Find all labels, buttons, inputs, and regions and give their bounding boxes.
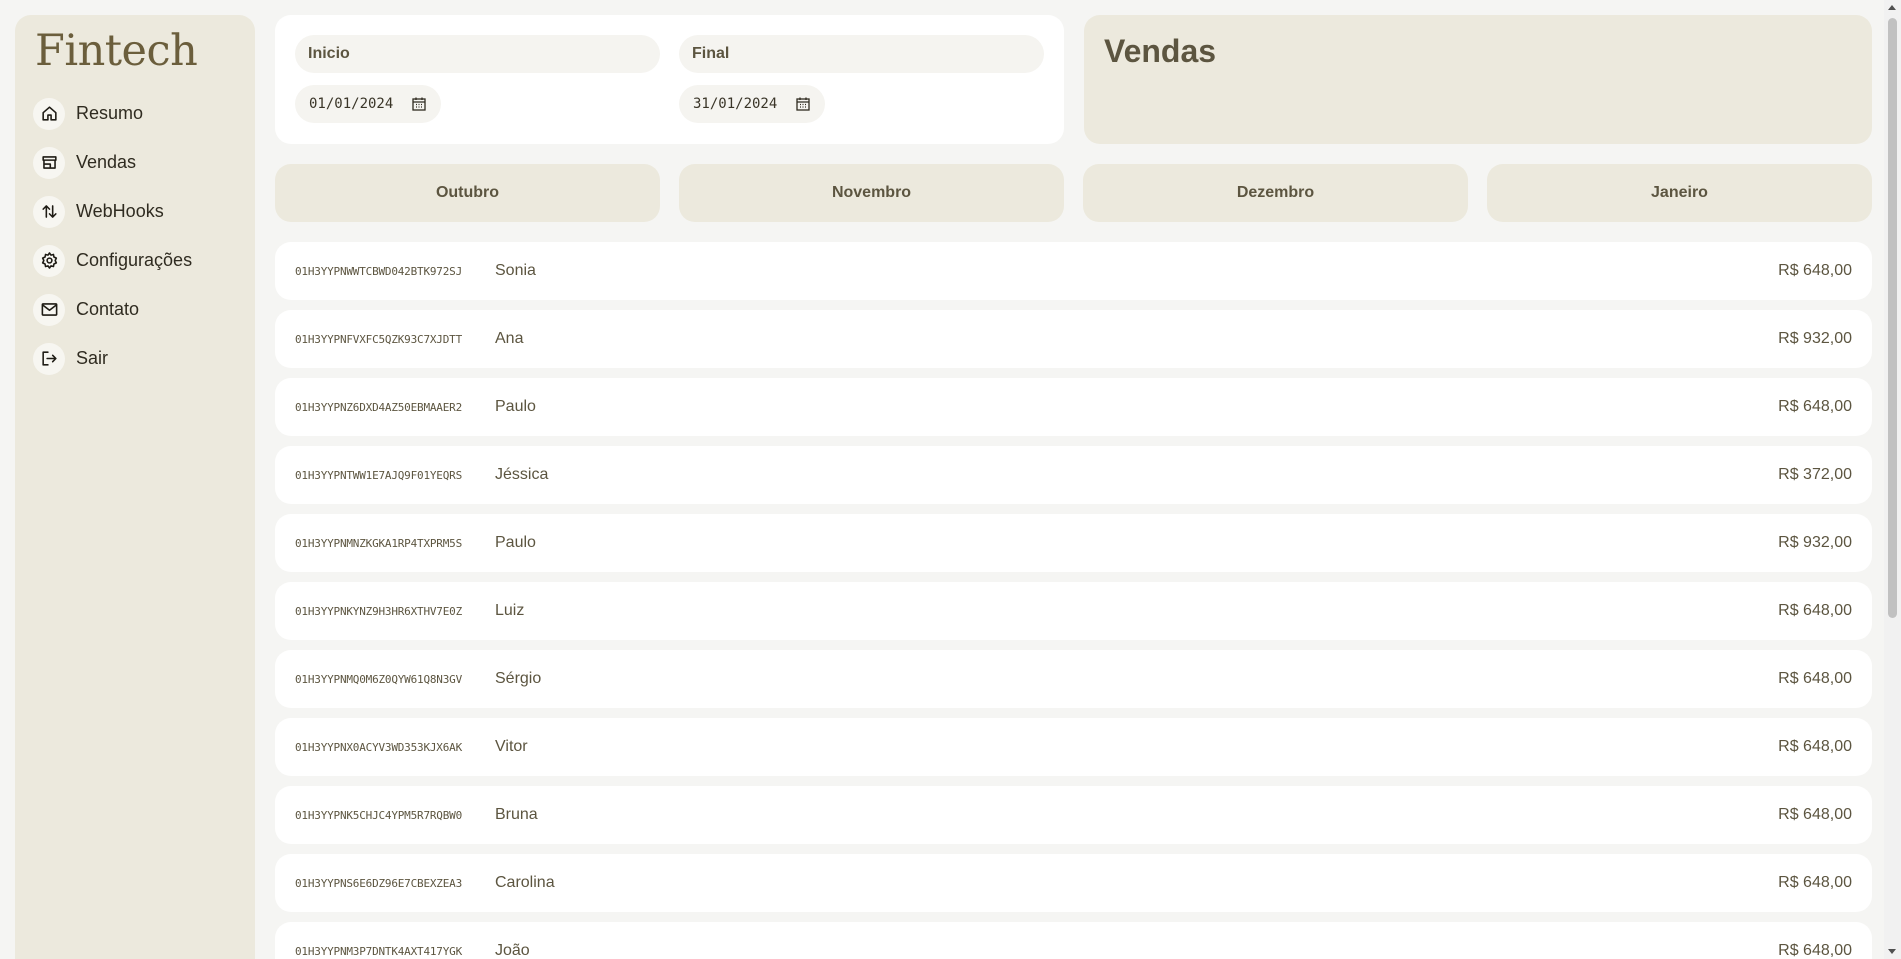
sale-id: 01H3YYPNM3P7DNTK4AXT417YGK — [295, 944, 462, 958]
sale-row[interactable]: 01H3YYPNK5CHJC4YPM5R7RQBW0 Bruna R$ 648,00 — [275, 786, 1872, 844]
sidebar-item-sair[interactable]: Sair — [33, 334, 237, 383]
scroll-up-icon[interactable] — [1888, 5, 1896, 10]
end-date-group: Final 31/01/2024 — [679, 35, 1044, 123]
sale-id: 01H3YYPNTWW1E7AJQ9F01YEQRS — [295, 468, 462, 482]
end-date-value: 31/01/2024 — [693, 96, 778, 112]
scroll-down-icon[interactable] — [1888, 949, 1896, 954]
start-date-input[interactable]: 01/01/2024 — [295, 85, 442, 123]
sale-row[interactable]: 01H3YYPNX0ACYV3WD353KJX6AK Vitor R$ 648,00 — [275, 718, 1872, 776]
sale-id: 01H3YYPNMQ0M6Z0QYW61Q8N3GV — [295, 672, 462, 686]
page-title: Vendas — [1104, 33, 1217, 69]
date-filter-card: Inicio 01/01/2024 Final 31/01/2024 — [275, 15, 1064, 144]
sale-id: 01H3YYPNK5CHJC4YPM5R7RQBW0 — [295, 808, 462, 822]
sidebar-item-resumo[interactable]: Resumo — [33, 89, 237, 138]
sale-price: R$ 648,00 — [1778, 602, 1852, 619]
gear-icon — [33, 244, 65, 277]
sale-row[interactable]: 01H3YYPNWWTCBWD042BTK972SJ Sonia R$ 648,00 — [275, 242, 1872, 300]
sidebar-item-configuracoes[interactable]: Configurações — [33, 236, 237, 285]
sidebar-nav: Resumo Vendas WebHooks Configurações Con… — [33, 89, 237, 383]
sale-id: 01H3YYPNWWTCBWD042BTK972SJ — [295, 264, 462, 278]
sidebar-item-label: WebHooks — [76, 201, 164, 221]
page-scrollbar[interactable] — [1884, 0, 1901, 959]
month-button-janeiro[interactable]: Janeiro — [1487, 164, 1872, 222]
sale-customer-name: Carolina — [495, 874, 555, 891]
sale-price: R$ 648,00 — [1778, 942, 1852, 959]
sale-customer-name: Sérgio — [495, 670, 542, 687]
sidebar-item-label: Configurações — [76, 250, 193, 270]
month-selector: Outubro Novembro Dezembro Janeiro — [275, 164, 1872, 222]
month-button-outubro[interactable]: Outubro — [275, 164, 660, 222]
mail-icon — [33, 293, 65, 326]
scroll-thumb[interactable] — [1888, 18, 1897, 618]
sidebar-item-webhooks[interactable]: WebHooks — [33, 187, 237, 236]
sale-price: R$ 648,00 — [1778, 670, 1852, 687]
sale-customer-name: Paulo — [495, 534, 536, 551]
month-button-novembro[interactable]: Novembro — [679, 164, 1064, 222]
sale-customer-name: Bruna — [495, 806, 538, 823]
month-button-dezembro[interactable]: Dezembro — [1083, 164, 1468, 222]
sidebar-item-label: Sair — [76, 348, 109, 368]
sale-customer-name: João — [495, 942, 530, 959]
sale-row[interactable]: 01H3YYPNFVXFC5QZK93C7XJDTT Ana R$ 932,00 — [275, 310, 1872, 368]
sale-customer-name: Vitor — [495, 738, 528, 755]
sale-id: 01H3YYPNX0ACYV3WD353KJX6AK — [295, 740, 462, 754]
sale-id: 01H3YYPNFVXFC5QZK93C7XJDTT — [295, 332, 462, 346]
sale-customer-name: Ana — [495, 330, 524, 347]
logout-icon — [33, 342, 65, 375]
sale-customer-name: Sonia — [495, 262, 536, 279]
end-date-input[interactable]: 31/01/2024 — [679, 85, 826, 123]
start-date-label: Inicio — [295, 35, 660, 73]
start-date-group: Inicio 01/01/2024 — [295, 35, 660, 123]
sale-row[interactable]: 01H3YYPNKYNZ9H3HR6XTHV7E0Z Luiz R$ 648,00 — [275, 582, 1872, 640]
sale-row[interactable]: 01H3YYPNMQ0M6Z0QYW61Q8N3GV Sérgio R$ 648,0… — [275, 650, 1872, 708]
sale-price: R$ 648,00 — [1778, 398, 1852, 415]
sidebar-item-vendas[interactable]: Vendas — [33, 138, 237, 187]
sale-id: 01H3YYPNS6E6DZ96E7CBEXZEA3 — [295, 876, 462, 890]
sale-row[interactable]: 01H3YYPNMNZKGKA1RP4TXPRM5S Paulo R$ 932,00 — [275, 514, 1872, 572]
sale-row[interactable]: 01H3YYPNS6E6DZ96E7CBEXZEA3 Carolina R$ 648… — [275, 854, 1872, 912]
page-title-card: Vendas — [1084, 15, 1872, 144]
home-icon — [33, 97, 65, 130]
calendar-icon[interactable] — [795, 96, 811, 112]
sale-row[interactable]: 01H3YYPNTWW1E7AJQ9F01YEQRS Jéssica R$ 372,… — [275, 446, 1872, 504]
sale-price: R$ 932,00 — [1778, 330, 1852, 347]
start-date-value: 01/01/2024 — [309, 96, 394, 112]
sale-price: R$ 932,00 — [1778, 534, 1852, 551]
store-icon — [33, 146, 65, 179]
sidebar-item-label: Contato — [76, 299, 140, 319]
sale-id: 01H3YYPNMNZKGKA1RP4TXPRM5S — [295, 536, 462, 550]
sidebar: Fintech Resumo Vendas WebHooks Configura… — [15, 15, 255, 959]
end-date-label: Final — [679, 35, 1044, 73]
sale-price: R$ 372,00 — [1778, 466, 1852, 483]
sale-id: 01H3YYPNKYNZ9H3HR6XTHV7E0Z — [295, 604, 462, 618]
sale-row[interactable]: 01H3YYPNM3P7DNTK4AXT417YGK João R$ 648,00 — [275, 922, 1872, 959]
sidebar-item-label: Resumo — [76, 103, 144, 123]
sale-price: R$ 648,00 — [1778, 874, 1852, 891]
sale-price: R$ 648,00 — [1778, 806, 1852, 823]
sale-customer-name: Luiz — [495, 602, 525, 619]
sale-price: R$ 648,00 — [1778, 262, 1852, 279]
calendar-icon[interactable] — [411, 96, 427, 112]
sale-price: R$ 648,00 — [1778, 738, 1852, 755]
sale-customer-name: Jéssica — [495, 466, 549, 483]
sidebar-item-contato[interactable]: Contato — [33, 285, 237, 334]
sale-customer-name: Paulo — [495, 398, 536, 415]
sale-id: 01H3YYPNZ6DXD4AZ50EBMAAER2 — [295, 400, 462, 414]
sidebar-item-label: Vendas — [76, 152, 137, 172]
app-logo: Fintech — [35, 26, 198, 76]
arrows-swap-icon — [33, 195, 65, 228]
sale-row[interactable]: 01H3YYPNZ6DXD4AZ50EBMAAER2 Paulo R$ 648,00 — [275, 378, 1872, 436]
